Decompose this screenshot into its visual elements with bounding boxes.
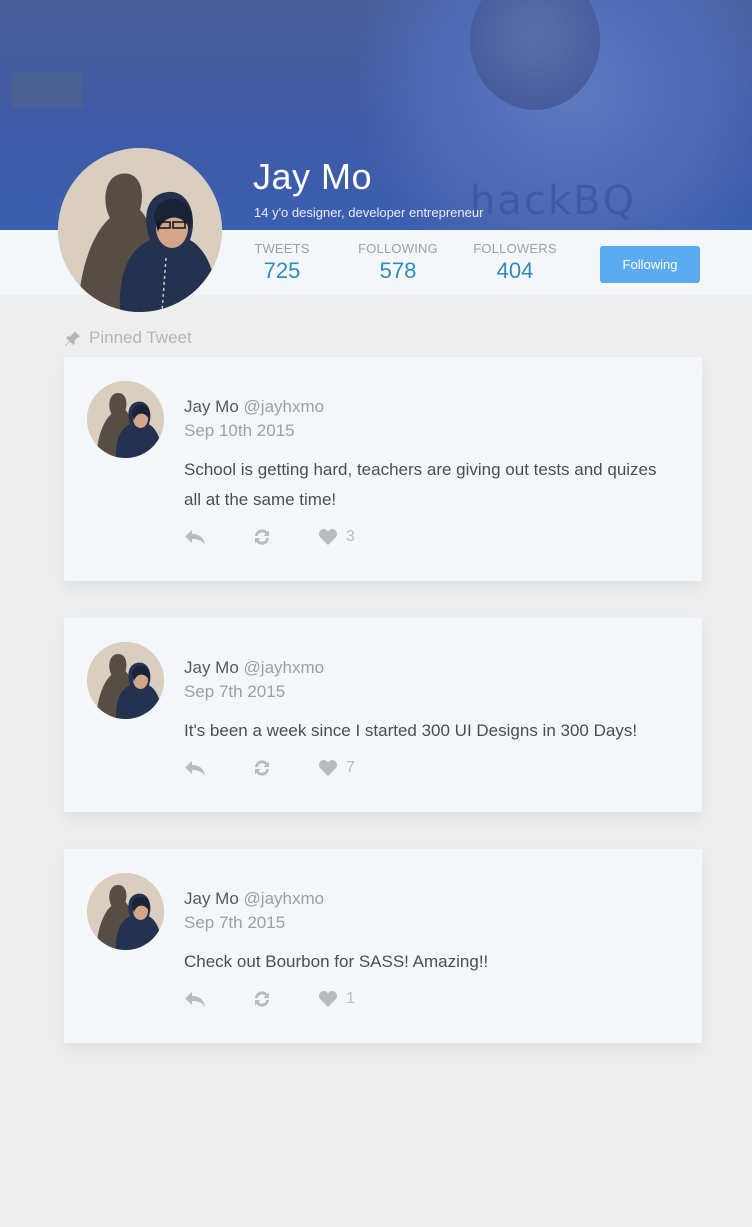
like-count: 3: [346, 528, 355, 545]
retweet-button[interactable]: [252, 989, 318, 1009]
like-button[interactable]: 3: [318, 528, 355, 546]
like-count: 7: [346, 759, 355, 776]
tweet-author-handle: @jayhxmo: [243, 889, 325, 908]
stat-following[interactable]: FOLLOWING 578: [356, 241, 440, 284]
profile-avatar[interactable]: [58, 148, 222, 312]
retweet-button[interactable]: [252, 758, 318, 778]
tweet-actions: 1: [184, 989, 355, 1009]
tweet-text: School is getting hard, teachers are giv…: [184, 460, 657, 509]
heart-icon: [319, 760, 337, 776]
like-count: 1: [346, 990, 355, 1007]
tweet-date: Sep 10th 2015: [184, 421, 295, 440]
cover-background-shape: [12, 72, 82, 108]
tweet-date: Sep 7th 2015: [184, 913, 286, 932]
tweet-avatar[interactable]: [87, 642, 164, 719]
tweet-card[interactable]: Jay Mo @jayhxmo Sep 7th 2015 Check out B…: [64, 849, 702, 1043]
tweet-card[interactable]: Jay Mo @jayhxmo Sep 10th 2015 School is …: [64, 357, 702, 581]
pinned-tweet-label: Pinned Tweet: [89, 328, 192, 347]
stat-value: 725: [263, 258, 301, 283]
tweet-author-handle: @jayhxmo: [243, 658, 325, 677]
tweet-actions: 3: [184, 527, 355, 547]
cover-shirt-text: hackBQ: [470, 178, 636, 224]
profile-name: Jay Mo: [253, 156, 373, 197]
stat-label: TWEETS: [254, 241, 310, 256]
tweet-avatar[interactable]: [87, 381, 164, 458]
stat-label: FOLLOWERS: [473, 241, 557, 256]
pin-icon: [65, 330, 80, 346]
tweet-text: Check out Bourbon for SASS! Amazing!!: [184, 952, 489, 971]
tweet-author-name: Jay Mo: [184, 889, 239, 908]
tweet-author-handle: @jayhxmo: [243, 397, 325, 416]
following-button[interactable]: Following: [600, 246, 700, 283]
retweet-icon: [255, 529, 269, 545]
like-button[interactable]: 1: [318, 990, 355, 1008]
reply-button[interactable]: [184, 528, 252, 546]
stat-followers[interactable]: FOLLOWERS 404: [472, 241, 558, 284]
tweet-author[interactable]: Jay Mo @jayhxmo: [184, 397, 324, 417]
retweet-icon: [255, 760, 269, 776]
heart-icon: [319, 529, 337, 545]
tweet-date: Sep 7th 2015: [184, 682, 286, 701]
tweet-text: It's been a week since I started 300 UI …: [184, 721, 638, 740]
reply-button[interactable]: [184, 990, 252, 1008]
reply-button[interactable]: [184, 759, 252, 777]
tweet-card[interactable]: Jay Mo @jayhxmo Sep 7th 2015 It's been a…: [64, 618, 702, 812]
stat-label: FOLLOWING: [358, 241, 438, 256]
retweet-button[interactable]: [252, 527, 318, 547]
stat-value: 404: [496, 258, 534, 283]
pinned-tweet-heading: Pinned Tweet: [64, 328, 192, 348]
reply-icon: [185, 761, 205, 776]
profile-bio: 14 y'o designer, developer entrepreneur: [254, 205, 484, 220]
heart-icon: [319, 991, 337, 1007]
tweet-actions: 7: [184, 758, 355, 778]
stat-value: 578: [379, 258, 417, 283]
reply-icon: [185, 530, 205, 545]
tweet-author-name: Jay Mo: [184, 397, 239, 416]
tweet-avatar[interactable]: [87, 873, 164, 950]
retweet-icon: [255, 991, 269, 1007]
reply-icon: [185, 992, 205, 1007]
tweet-author[interactable]: Jay Mo @jayhxmo: [184, 658, 324, 678]
tweet-author[interactable]: Jay Mo @jayhxmo: [184, 889, 324, 909]
tweet-author-name: Jay Mo: [184, 658, 239, 677]
stat-tweets[interactable]: TWEETS 725: [246, 241, 318, 284]
like-button[interactable]: 7: [318, 759, 355, 777]
